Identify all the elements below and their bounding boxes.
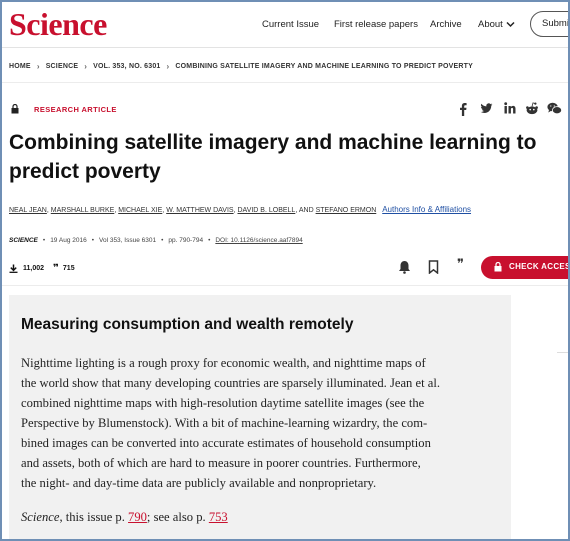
author-link[interactable]: MICHAEL XIE [118, 207, 162, 214]
article-metrics: 11,002 ❞ 715 [9, 263, 75, 274]
cite-text: ; see also p. [146, 510, 209, 524]
author-link[interactable]: W. MATTHEW DAVIS [166, 207, 233, 214]
bell-icon[interactable] [398, 260, 411, 274]
download-count: 11,002 [23, 265, 45, 272]
summary-line: Perspective by Blumenstock). With a bit … [21, 416, 428, 430]
article-type: RESEARCH ARTICLE [34, 105, 117, 114]
facebook-icon[interactable] [458, 102, 468, 116]
chevron-right-icon: › [166, 62, 170, 71]
summary-citation: Science, this issue p. 790; see also p. … [21, 510, 228, 525]
nav-about-label: About [478, 19, 503, 30]
breadcrumb-divider [2, 82, 568, 83]
summary-line: combined nighttime maps with high-resolu… [21, 396, 425, 410]
linkedin-icon[interactable] [504, 102, 516, 114]
chevron-right-icon: › [36, 62, 40, 71]
check-access-label: CHECK ACCESS [509, 262, 570, 271]
nav-first-release[interactable]: First release papers [334, 19, 418, 30]
wechat-icon[interactable] [547, 102, 562, 115]
nav-archive[interactable]: Archive [430, 19, 462, 30]
author-link[interactable]: STEFANO ERMON [316, 207, 377, 214]
browser-frame: Science Current Issue First release pape… [0, 0, 570, 541]
editor-summary-box: Measuring consumption and wealth remotel… [9, 295, 511, 539]
breadcrumb-article: COMBINING SATELLITE IMAGERY AND MACHINE … [175, 63, 473, 70]
cite-journal: Science [21, 510, 60, 524]
submit-button[interactable]: Submit [530, 11, 568, 37]
lock-icon [494, 262, 502, 272]
authors-info-link[interactable]: Authors Info & Affiliations [382, 205, 471, 214]
pub-date: 19 Aug 2016 [50, 237, 87, 244]
nav-about[interactable]: About [478, 19, 515, 30]
cite-text: , this issue p. [59, 510, 129, 524]
author-list: NEAL JEAN, MARSHALL BURKE, MICHAEL XIE, … [9, 205, 472, 214]
download-icon [9, 264, 18, 273]
summary-heading: Measuring consumption and wealth remotel… [21, 316, 354, 333]
chevron-right-icon: › [84, 62, 88, 71]
cite-quote-icon[interactable]: ❞ [457, 257, 464, 272]
quote-icon: ❞ [53, 263, 59, 274]
summary-line: the world show that many developing coun… [21, 376, 440, 390]
article-title: Combining satellite imagery and machine … [9, 131, 537, 183]
check-access-button[interactable]: CHECK ACCESS [481, 256, 570, 279]
header-divider [2, 47, 568, 48]
reddit-icon[interactable] [525, 102, 539, 115]
breadcrumb-volume[interactable]: VOL. 353, NO. 6301 [93, 63, 160, 70]
nav-current-issue[interactable]: Current Issue [262, 19, 319, 30]
author-link[interactable]: NEAL JEAN [9, 207, 47, 214]
authors-and: AND [298, 207, 314, 214]
science-logo[interactable]: Science [9, 6, 107, 43]
lock-icon [11, 104, 19, 114]
meta-divider [2, 285, 568, 286]
citation-count: 715 [62, 265, 75, 272]
publication-meta: SCIENCE • 19 Aug 2016 • Vol 353, Issue 6301 •… [9, 237, 303, 244]
summary-line: and assets, both of which are hard to me… [21, 456, 421, 470]
summary-line: the night- and day-time data are publicl… [21, 476, 377, 490]
breadcrumb: HOME › SCIENCE › VOL. 353, NO. 6301 › CO… [9, 62, 473, 71]
pub-pages: pp. 790-794 [168, 237, 204, 244]
breadcrumb-home[interactable]: HOME [9, 63, 31, 70]
side-divider [557, 352, 568, 353]
breadcrumb-science[interactable]: SCIENCE [46, 63, 79, 70]
chevron-down-icon [506, 21, 515, 28]
summary-line: bined images can be converted into accur… [21, 436, 431, 450]
cite-page-link[interactable]: 790 [128, 510, 147, 524]
journal-name: SCIENCE [9, 237, 38, 244]
summary-text: Nighttime lighting is a rough proxy for … [21, 353, 501, 493]
cite-page-link[interactable]: 753 [209, 510, 228, 524]
pub-volume: Vol 353, Issue 6301 [98, 237, 157, 244]
doi-link[interactable]: DOI: 10.1126/science.aaf7894 [215, 237, 302, 244]
summary-line: Nighttime lighting is a rough proxy for … [21, 356, 426, 370]
twitter-icon[interactable] [480, 102, 493, 115]
author-link[interactable]: MARSHALL BURKE [51, 207, 115, 214]
bookmark-icon[interactable] [428, 260, 439, 274]
author-link[interactable]: DAVID B. LOBELL [237, 207, 295, 214]
